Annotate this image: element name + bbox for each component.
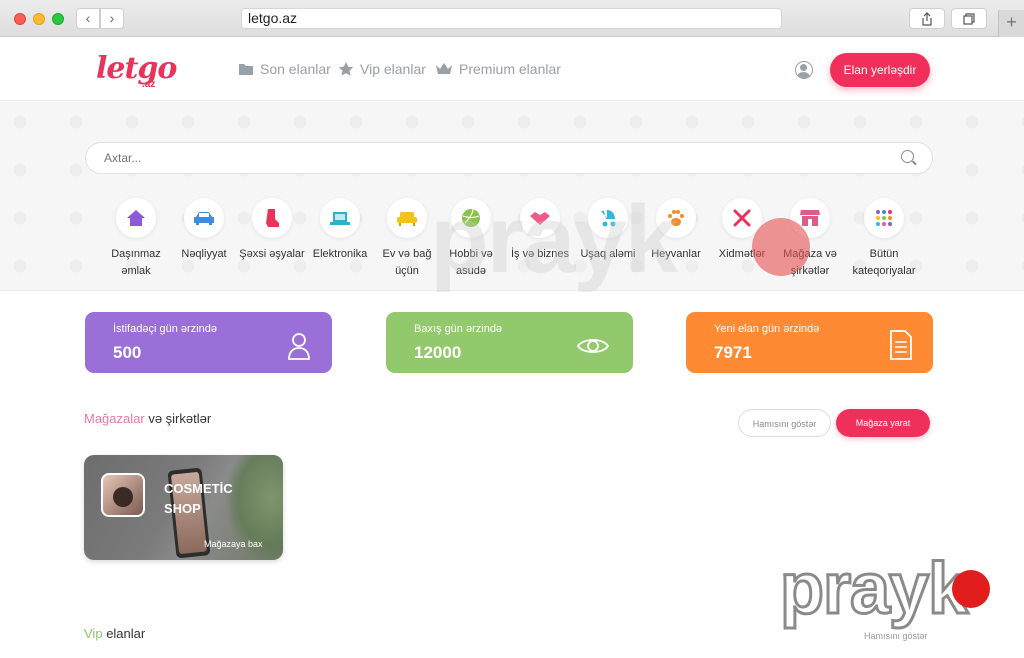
search-input[interactable] [85, 142, 933, 174]
shop-name: COSMETİC SHOP [164, 481, 233, 516]
document-icon [890, 330, 912, 360]
stat-label: Yeni elan gün ərzində [714, 323, 820, 335]
shops-title-rest: və şirkətlər [148, 411, 212, 426]
forward-button[interactable]: › [100, 8, 124, 29]
letgo-logo[interactable]: letgo [96, 51, 177, 86]
category-label: Bütün kateqoriyalar [852, 248, 916, 277]
maximize-window-button[interactable] [52, 13, 64, 25]
category-label: Elektronika [312, 248, 368, 260]
stat-value: 12000 [414, 343, 462, 362]
minimize-window-button[interactable] [33, 13, 45, 25]
back-button[interactable]: ‹ [76, 8, 100, 29]
shops-title-accent: Mağazalar [84, 411, 145, 426]
crown-icon [436, 63, 452, 74]
folder-icon [239, 64, 253, 75]
vip-section-title: Vip elanlar [84, 626, 145, 641]
site-header: letgo .az Son elanlar Vip elanlar Premiu… [0, 37, 1024, 101]
category-elektronika[interactable]: Elektronika [305, 198, 375, 263]
tabs-overview-button[interactable] [951, 8, 987, 29]
stat-value: 7971 [714, 343, 752, 362]
close-window-button[interactable] [14, 13, 26, 25]
shop-card[interactable]: COSMETİC SHOP Mağazaya bax [84, 455, 283, 560]
search-icon[interactable] [901, 150, 914, 163]
tools-icon [733, 209, 751, 227]
watermark-corner: prayk [778, 548, 969, 631]
stat-new-ads-card: Yeni elan gün ərzində 7971 [686, 312, 933, 373]
store-icon [800, 210, 820, 226]
logo-domain: .az [142, 79, 156, 90]
shops-show-all-button[interactable]: Hamısını göstər [738, 409, 831, 437]
category-label: Daşınmaz əmlak [111, 248, 161, 277]
watermark-center-dot [752, 218, 810, 276]
nav-premium-elanlar[interactable]: Premium elanlar [435, 61, 561, 77]
nav-son-elanlar-label: Son elanlar [260, 61, 331, 77]
user-icon [288, 333, 310, 360]
category-butun-kateqoriyalar[interactable]: Bütün kateqoriyalar [849, 198, 919, 280]
vip-title-rest: elanlar [106, 626, 146, 641]
category-label: Nəqliyyat [181, 248, 227, 260]
stat-label: Baxış gün ərzində [414, 323, 503, 335]
stat-users-card: İstifadəçi gün ərzində 500 [85, 312, 332, 373]
car-icon [194, 212, 214, 225]
share-icon [922, 12, 932, 26]
category-neqliyyat[interactable]: Nəqliyyat [169, 198, 239, 263]
laptop-icon [330, 212, 350, 225]
vip-show-all-link[interactable]: Hamısını göstər [864, 631, 928, 641]
eye-icon [577, 339, 609, 353]
grid-icon [876, 210, 892, 226]
stat-views-card: Baxış gün ərzində 12000 [386, 312, 633, 373]
house-icon [127, 210, 145, 226]
tabs-icon [963, 13, 975, 25]
watermark-corner-dot [952, 570, 990, 608]
shops-section-title: Mağazalar və şirkətlər [84, 411, 211, 426]
create-shop-button[interactable]: Mağaza yarat [836, 409, 930, 437]
vip-title-accent: Vip [84, 626, 103, 641]
share-button[interactable] [909, 8, 945, 29]
browser-toolbar: ‹ › letgo.az + [0, 0, 1024, 37]
category-dasinmaz-emlak[interactable]: Daşınmaz əmlak [101, 198, 171, 280]
user-profile-icon[interactable] [795, 61, 813, 79]
watermark-center: prayk [430, 186, 678, 293]
category-sexsi-esyalar[interactable]: Şəxsi əşyalar [237, 198, 307, 263]
star-icon [338, 62, 354, 76]
boot-icon [266, 209, 279, 227]
nav-son-elanlar[interactable]: Son elanlar [238, 61, 331, 77]
sofa-icon [397, 212, 417, 226]
nav-premium-elanlar-label: Premium elanlar [459, 61, 561, 77]
stat-value: 500 [113, 343, 142, 362]
view-shop-link[interactable]: Mağazaya bax [204, 539, 263, 549]
shop-avatar [101, 473, 145, 517]
nav-vip-elanlar[interactable]: Vip elanlar [338, 61, 426, 77]
stat-label: İstifadəçi gün ərzində [113, 323, 217, 335]
new-tab-button[interactable]: + [998, 10, 1024, 37]
post-ad-button[interactable]: Elan yerləşdir [830, 53, 930, 87]
url-bar[interactable]: letgo.az [241, 8, 782, 29]
category-label: Şəxsi əşyalar [239, 248, 305, 260]
nav-vip-elanlar-label: Vip elanlar [360, 61, 426, 77]
